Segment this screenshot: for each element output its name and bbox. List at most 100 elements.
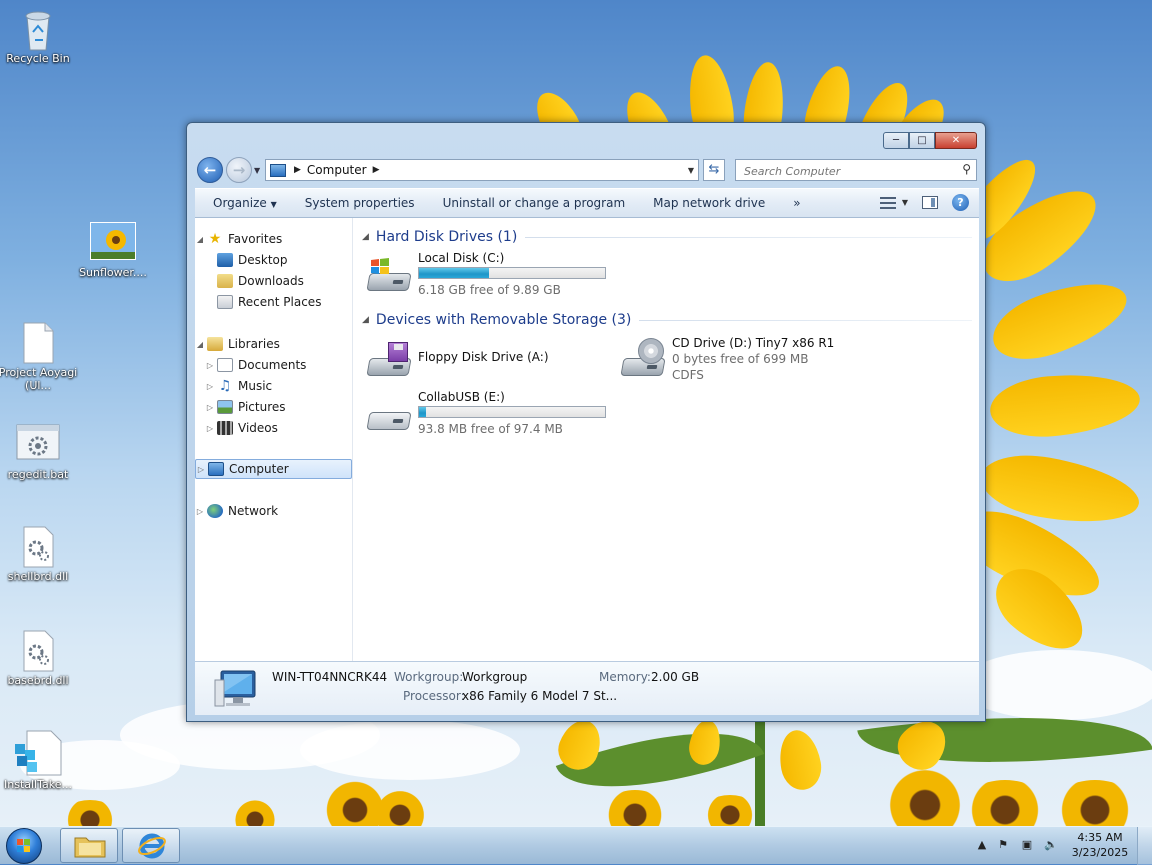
system-clock[interactable]: 4:35 AM 3/23/2025: [1070, 830, 1130, 860]
minimize-button[interactable]: ─: [883, 132, 909, 149]
command-bar: Organize ▼ System properties Uninstall o…: [195, 188, 979, 218]
expand-arrow-icon[interactable]: ▷: [195, 507, 205, 516]
windows-logo-icon: [17, 839, 31, 853]
registry-file-icon: [13, 730, 63, 776]
expand-arrow-icon[interactable]: ▷: [205, 361, 215, 370]
volume-muted-icon[interactable]: 🔈: [1044, 838, 1058, 852]
desktop-icon-shellbrd-dll[interactable]: shellbrd.dll: [0, 526, 78, 583]
dll-file-icon: [19, 630, 57, 672]
collapse-arrow-icon[interactable]: ◢: [362, 315, 369, 325]
drive-usage-fill: [419, 268, 489, 278]
desktop-icon: [217, 253, 233, 267]
desktop-icon-recycle-bin[interactable]: Recycle Bin: [0, 8, 78, 65]
search-input[interactable]: [742, 161, 956, 181]
breadcrumb-computer[interactable]: Computer: [307, 163, 367, 177]
preview-pane-button[interactable]: [922, 196, 938, 209]
expand-arrow-icon[interactable]: ◢: [195, 340, 205, 349]
breadcrumb-chevron-icon[interactable]: ▶: [373, 165, 380, 175]
search-box: ⚲: [735, 159, 977, 181]
nav-documents[interactable]: ▷ Documents: [195, 355, 352, 375]
taskbar-internet-explorer[interactable]: [122, 828, 180, 863]
show-desktop-button[interactable]: [1137, 827, 1152, 865]
drive-free-space: 6.18 GB free of 9.89 GB: [418, 283, 561, 297]
desktop-icon-basebrd-dll[interactable]: basebrd.dll: [0, 630, 78, 687]
collapse-arrow-icon[interactable]: ◢: [362, 232, 369, 242]
nav-downloads[interactable]: Downloads: [195, 271, 352, 291]
drive-usage-bar: [418, 267, 606, 279]
processor-label: Processor:: [403, 689, 465, 703]
address-history-dropdown[interactable]: ▼: [688, 166, 694, 175]
dll-file-icon: [19, 526, 57, 568]
window-body: ◢ ★ Favorites Desktop Downloads Recent P…: [195, 218, 979, 661]
drive-collabusb-e[interactable]: CollabUSB (E:) 93.8 MB free of 97.4 MB: [366, 390, 622, 436]
nav-libraries[interactable]: ◢ Libraries: [195, 334, 352, 354]
clock-time: 4:35 AM: [1077, 831, 1123, 844]
maximize-icon: □: [917, 135, 927, 146]
refresh-button[interactable]: ⇆: [703, 159, 725, 181]
memory-value: 2.00 GB: [651, 670, 700, 684]
nav-desktop[interactable]: Desktop: [195, 250, 352, 270]
downloads-folder-icon: [217, 274, 233, 288]
uninstall-program-button[interactable]: Uninstall or change a program: [429, 196, 640, 210]
computer-icon: [270, 163, 286, 177]
group-header-removable-storage[interactable]: ◢ Devices with Removable Storage (3): [362, 312, 972, 328]
image-file-icon: [90, 222, 136, 264]
expand-arrow-icon[interactable]: ▷: [205, 382, 215, 391]
expand-arrow-icon[interactable]: ▷: [205, 424, 215, 433]
drive-local-disk-c[interactable]: Local Disk (C:) 6.18 GB free of 9.89 GB: [366, 251, 626, 297]
help-button[interactable]: ?: [952, 194, 969, 211]
workgroup-label: Workgroup:: [394, 670, 464, 684]
drive-file-system: CDFS: [672, 368, 704, 382]
expand-arrow-icon[interactable]: ▷: [196, 465, 206, 474]
group-header-hard-disk-drives[interactable]: ◢ Hard Disk Drives (1): [362, 229, 972, 245]
drive-free-space: 93.8 MB free of 97.4 MB: [418, 422, 563, 436]
internet-explorer-icon: [138, 833, 166, 859]
nav-pictures[interactable]: ▷ Pictures: [195, 397, 352, 417]
nav-recent-places[interactable]: Recent Places: [195, 292, 352, 312]
drive-name: Local Disk (C:): [418, 251, 505, 265]
workgroup-value: Workgroup: [462, 670, 528, 684]
forward-button[interactable]: →: [226, 157, 252, 183]
back-button[interactable]: ←: [197, 157, 223, 183]
nav-favorites[interactable]: ◢ ★ Favorites: [195, 229, 352, 249]
nav-music[interactable]: ▷ ♫ Music: [195, 376, 352, 396]
minimize-icon: ─: [892, 135, 900, 146]
close-icon: ✕: [951, 135, 961, 146]
drive-floppy-a[interactable]: Floppy Disk Drive (A:): [366, 336, 606, 382]
change-view-button[interactable]: ▼: [879, 196, 908, 210]
more-commands-button[interactable]: »: [779, 196, 814, 210]
nav-computer[interactable]: ▷ Computer: [195, 459, 352, 479]
address-row: ← → ▼ ▶ Computer ▶ ▼ ⇆ ⚲: [195, 156, 979, 184]
start-button[interactable]: [6, 828, 42, 864]
address-bar[interactable]: ▶ Computer ▶ ▼: [265, 159, 699, 181]
map-network-drive-button[interactable]: Map network drive: [639, 196, 779, 210]
organize-menu[interactable]: Organize ▼: [195, 196, 291, 210]
maximize-button[interactable]: □: [909, 132, 935, 149]
navigation-pane: ◢ ★ Favorites Desktop Downloads Recent P…: [195, 218, 353, 661]
taskbar-windows-explorer[interactable]: [60, 828, 118, 863]
breadcrumb-chevron-icon[interactable]: ▶: [294, 165, 301, 175]
system-properties-button[interactable]: System properties: [291, 196, 429, 210]
drive-usage-fill: [419, 407, 426, 417]
drive-cd-d[interactable]: CD Drive (D:) Tiny7 x86 R1 0 bytes free …: [620, 336, 870, 382]
expand-arrow-icon[interactable]: ◢: [195, 235, 205, 244]
show-hidden-icons-button[interactable]: ▲: [975, 838, 989, 852]
nav-network[interactable]: ▷ Network: [195, 501, 352, 521]
desktop-icon-sunflower[interactable]: Sunflower....: [73, 222, 153, 279]
taskbar: ▲ ⚑ ▣ 🔈 4:35 AM 3/23/2025: [0, 826, 1152, 865]
computer-icon: [213, 670, 257, 708]
network-status-icon[interactable]: ▣: [1020, 838, 1034, 852]
explorer-window: ─ □ ✕ ← → ▼ ▶ Computer ▶ ▼ ⇆ ⚲ Organize …: [186, 122, 986, 722]
recent-pages-dropdown[interactable]: ▼: [254, 166, 260, 175]
search-icon[interactable]: ⚲: [962, 162, 971, 176]
desktop-icon-project-aoyagi[interactable]: Project Aoyagi (Ul...: [0, 322, 78, 392]
desktop-icon-installtake[interactable]: InstallTake...: [0, 730, 78, 791]
clock-date: 3/23/2025: [1071, 846, 1129, 859]
nav-videos[interactable]: ▷ Videos: [195, 418, 352, 438]
folder-icon: [74, 837, 106, 858]
action-center-flag-icon[interactable]: ⚑: [996, 838, 1010, 852]
expand-arrow-icon[interactable]: ▷: [205, 403, 215, 412]
videos-icon: [217, 421, 233, 435]
close-button[interactable]: ✕: [935, 132, 977, 149]
desktop-icon-regedit-bat[interactable]: regedit.bat: [0, 424, 78, 481]
